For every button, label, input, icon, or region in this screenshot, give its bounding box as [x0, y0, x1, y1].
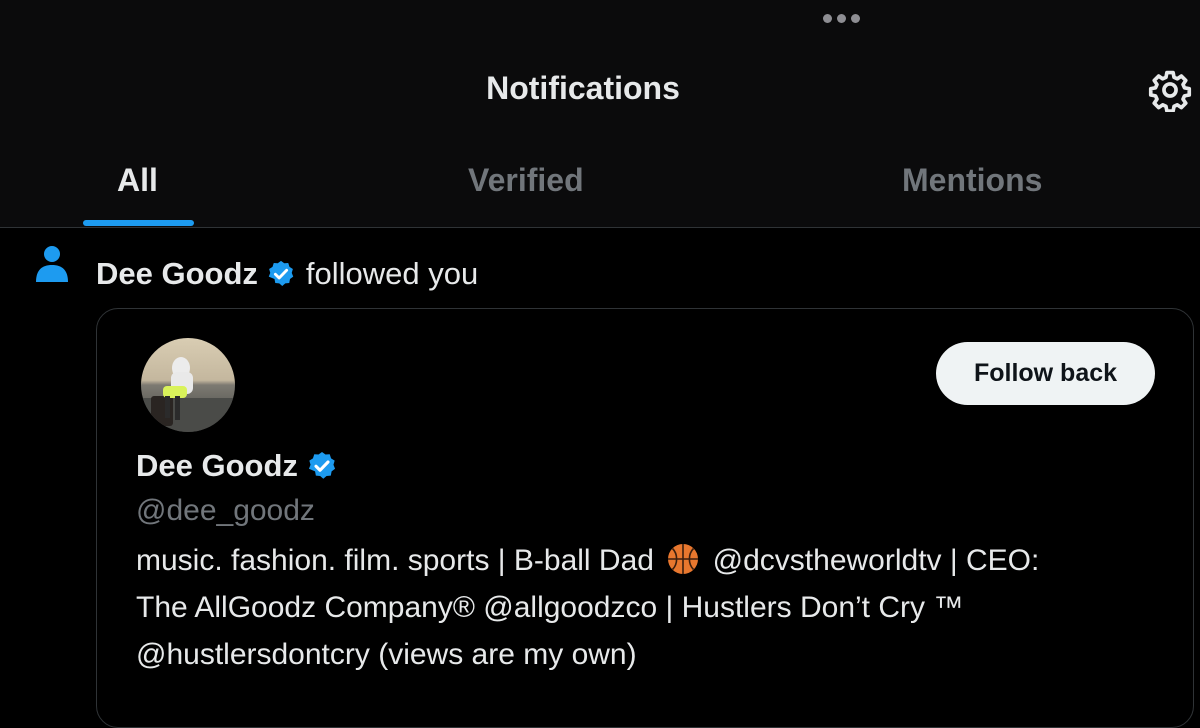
profile-bio: music. fashion. film. sports | B-ball Da…: [136, 537, 1176, 678]
bio-line-1-continued: @dcvstheworldtv | CEO:: [712, 544, 1040, 577]
page-title: Notifications: [486, 70, 680, 106]
active-tab-indicator: [83, 220, 194, 226]
bio-line-1-text: music. fashion. film. sports | B-ball Da…: [136, 544, 654, 577]
notification-user-name[interactable]: Dee Goodz: [96, 256, 258, 292]
divider: [0, 227, 1200, 228]
more-dots-icon[interactable]: [823, 14, 860, 23]
notification-text: Dee Goodz followed you: [96, 256, 478, 292]
notification-action: followed you: [305, 256, 479, 291]
avatar[interactable]: [141, 338, 235, 432]
profile-handle: @dee_goodz: [136, 494, 315, 527]
gear-icon[interactable]: [1148, 68, 1192, 112]
profile-name-text[interactable]: Dee Goodz: [136, 448, 298, 484]
bio-line-3: @hustlersdontcry (views are my own): [136, 638, 637, 671]
bio-line-1: music. fashion. film. sports | B-ball Da…: [136, 537, 1176, 584]
tab-all[interactable]: All: [117, 162, 158, 199]
verified-badge-icon: [268, 260, 294, 286]
verified-badge-icon: [308, 452, 335, 479]
person-icon: [36, 246, 68, 282]
bio-line-2: The AllGoodz Company® @allgoodzco | Hust…: [136, 591, 964, 624]
tab-mentions[interactable]: Mentions: [902, 162, 1042, 199]
profile-name: Dee Goodz: [136, 448, 338, 484]
basketball-icon: [668, 544, 699, 574]
follow-back-button[interactable]: Follow back: [936, 342, 1155, 405]
tab-verified[interactable]: Verified: [468, 162, 584, 199]
